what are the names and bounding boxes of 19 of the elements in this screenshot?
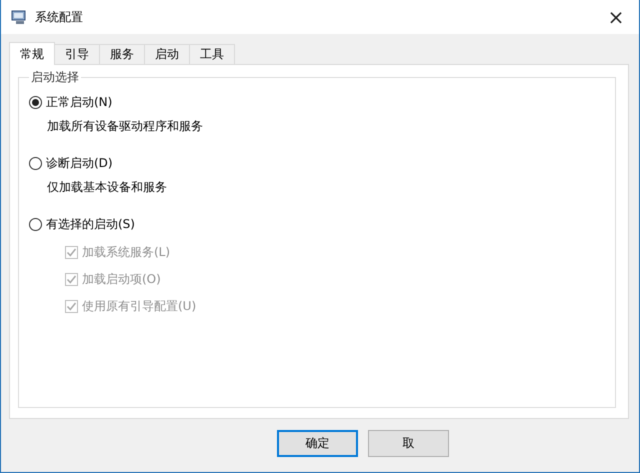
window-title: 系统配置 [35, 8, 83, 26]
checkbox-label: 加载启动项(O) [82, 271, 161, 288]
tab[interactable]: 工具 [189, 44, 235, 64]
checkbox-label: 使用原有引导配置(U) [82, 298, 196, 315]
close-button[interactable]: × [593, 0, 639, 34]
checkbox-label: 加载系统服务(L) [82, 244, 170, 261]
ok-button[interactable]: 确定 [277, 430, 358, 457]
radio-label: 正常启动(N) [46, 94, 112, 110]
radio-label: 诊断启动(D) [46, 154, 113, 172]
radio-label: 有选择的启动(S) [46, 216, 135, 232]
app-icon [11, 9, 27, 25]
radio-button[interactable] [29, 218, 42, 230]
radio-button[interactable] [29, 96, 42, 108]
option-description: 加载所有设备驱动程序和服务 [47, 118, 204, 135]
group-title: 启动选择 [30, 69, 80, 86]
cancel-button[interactable]: 取 [368, 430, 449, 457]
option-description: 仅加载基本设备和服务 [47, 179, 168, 196]
tab[interactable]: 常规 [9, 42, 55, 65]
radio-button[interactable] [29, 156, 42, 170]
